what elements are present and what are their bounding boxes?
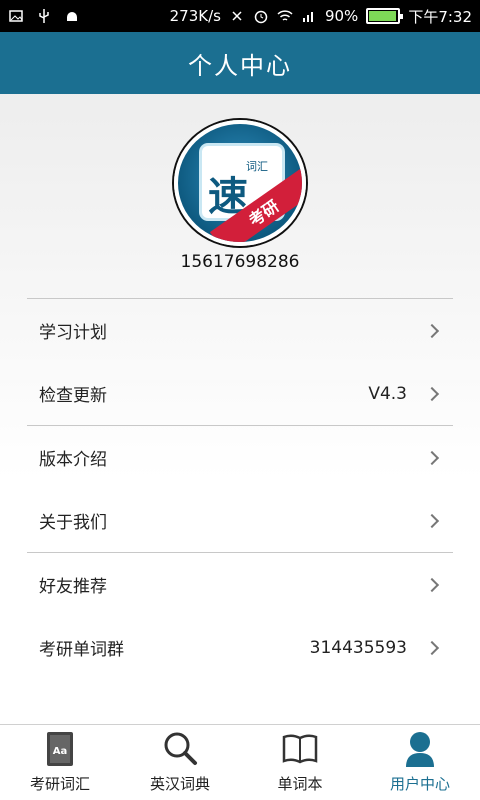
clock: 下午7:32 xyxy=(408,7,472,26)
version-value: V4.3 xyxy=(368,383,407,404)
open-book-icon xyxy=(281,729,319,769)
signal-icon xyxy=(301,8,317,24)
chevron-right-icon xyxy=(424,386,440,401)
menu-item-label: 版本介绍 xyxy=(39,450,107,470)
usb-icon xyxy=(36,8,52,24)
tab-label: 用户中心 xyxy=(389,775,450,793)
battery-percent: 90% xyxy=(324,7,359,25)
status-bar: 273K/s 90% 下午7:32 xyxy=(0,0,480,32)
menu-item-label: 学习计划 xyxy=(39,323,107,343)
page-header: 个人中心 xyxy=(0,32,480,94)
gallery-icon xyxy=(8,8,24,24)
page-title: 个人中心 xyxy=(188,51,292,80)
wifi-icon xyxy=(277,8,293,24)
status-bar-left xyxy=(8,8,170,24)
android-icon xyxy=(64,8,80,24)
tab-kaoyan-vocab[interactable]: Aa 考研词汇 xyxy=(0,725,120,800)
bottom-nav: Aa 考研词汇 英汉词典 单词本 用户中心 xyxy=(0,724,480,800)
tab-label: 英汉词典 xyxy=(149,775,210,793)
battery-icon xyxy=(366,8,404,24)
settings-list: 学习计划 检查更新 V4.3 版本介绍 关于我们 好友推荐 考研单词群 3144… xyxy=(27,298,453,679)
user-phone: 15617698286 xyxy=(180,252,300,272)
avatar[interactable]: 词汇 速记 考研 xyxy=(174,120,306,246)
tab-en-cn-dictionary[interactable]: 英汉词典 xyxy=(120,725,240,800)
chevron-right-icon xyxy=(424,640,440,655)
menu-item-label: 考研单词群 xyxy=(39,640,124,660)
menu-item-label: 检查更新 xyxy=(39,386,107,406)
user-icon xyxy=(401,729,439,769)
app-logo: 词汇 速记 考研 xyxy=(174,120,306,246)
menu-item-check-update[interactable]: 检查更新 V4.3 xyxy=(27,362,453,425)
menu-item-recommend-friends[interactable]: 好友推荐 xyxy=(27,553,453,616)
group-number-value: 314435593 xyxy=(309,637,407,658)
network-speed: 273K/s xyxy=(169,7,221,25)
menu-item-label: 好友推荐 xyxy=(39,577,107,597)
menu-item-label: 关于我们 xyxy=(39,513,107,533)
svg-text:Aa: Aa xyxy=(53,746,68,757)
menu-item-word-group[interactable]: 考研单词群 314435593 xyxy=(27,616,453,679)
search-icon xyxy=(161,729,199,769)
dictionary-book-icon: Aa xyxy=(41,729,79,769)
tab-label: 单词本 xyxy=(277,775,323,793)
menu-item-study-plan[interactable]: 学习计划 xyxy=(27,299,453,362)
tab-wordbook[interactable]: 单词本 xyxy=(240,725,360,800)
tab-user-center[interactable]: 用户中心 xyxy=(360,725,480,800)
tab-label: 考研词汇 xyxy=(29,775,90,793)
alarm-icon xyxy=(253,8,269,24)
rotate-icon xyxy=(229,8,245,24)
menu-item-version-intro[interactable]: 版本介绍 xyxy=(27,426,453,489)
menu-item-about-us[interactable]: 关于我们 xyxy=(27,489,453,552)
status-bar-right: 273K/s 90% 下午7:32 xyxy=(170,6,472,27)
